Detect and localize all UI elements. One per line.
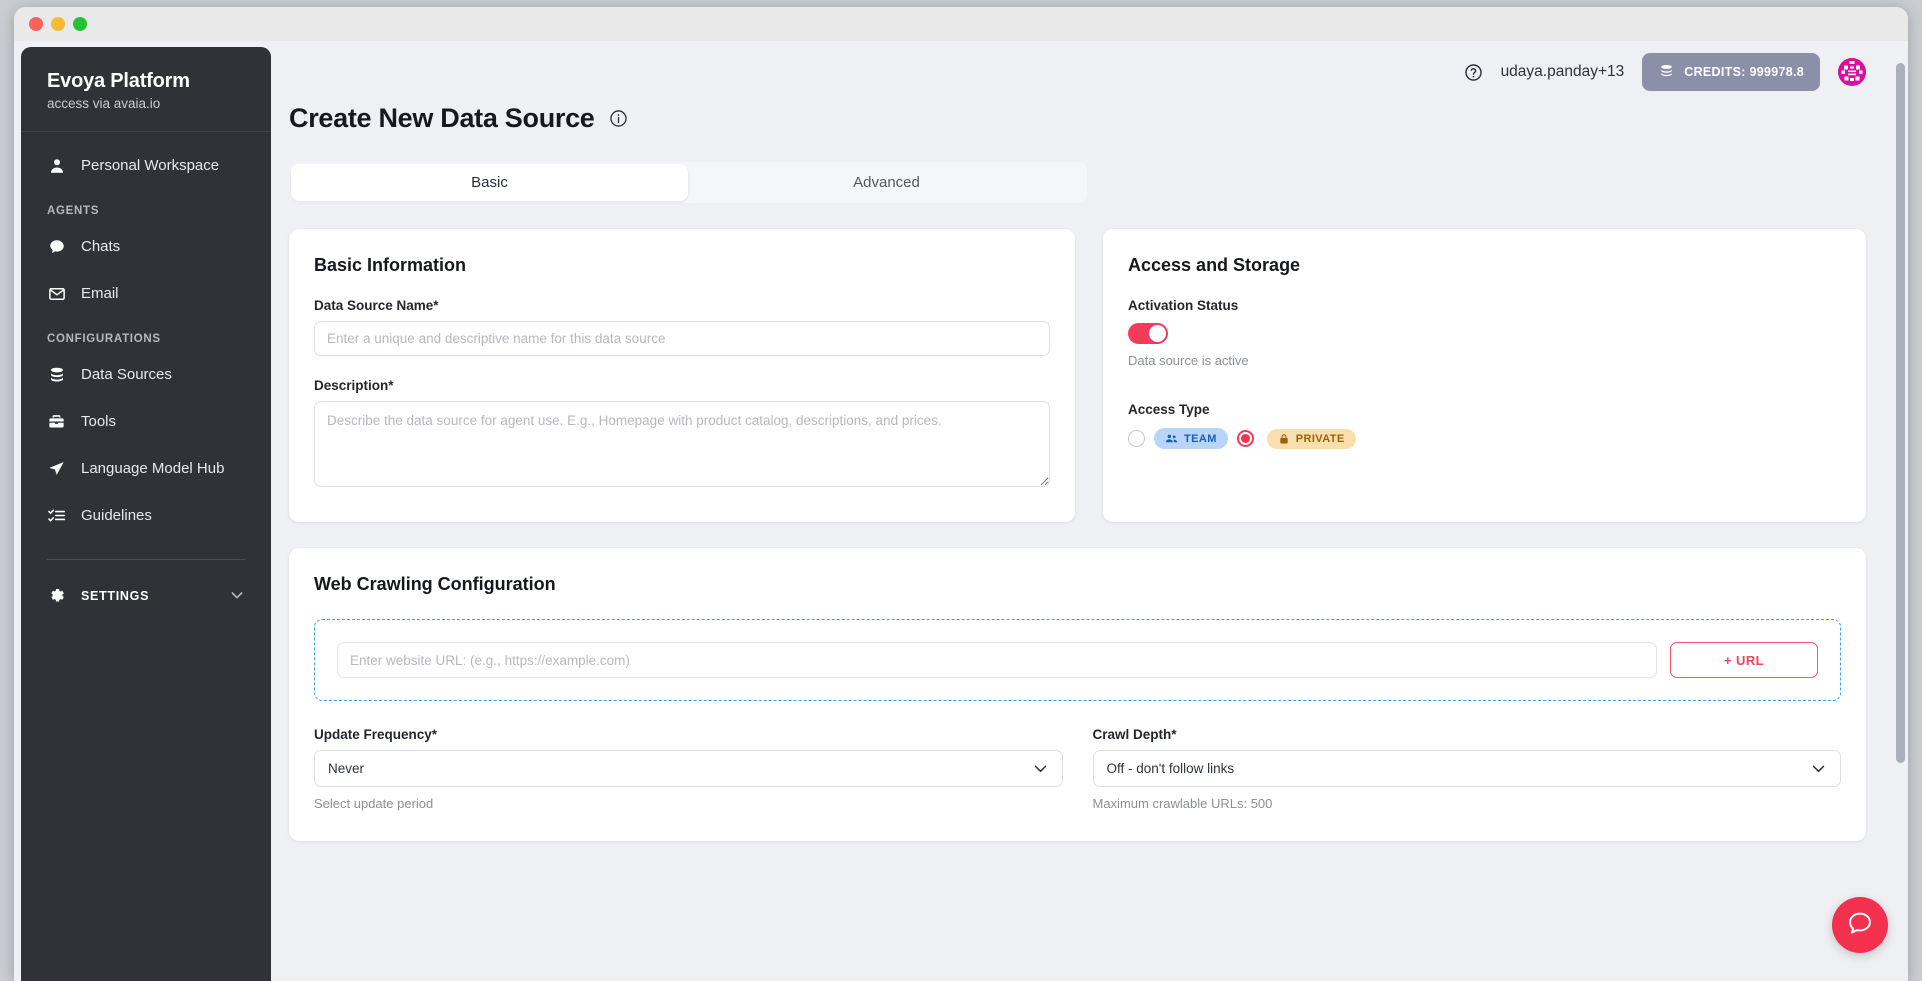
add-url-button[interactable]: + URL: [1670, 642, 1818, 678]
radio-team[interactable]: [1128, 430, 1145, 447]
sidebar-item-guidelines[interactable]: Guidelines: [21, 492, 271, 539]
sidebar-item-settings[interactable]: SETTINGS: [21, 570, 271, 622]
tab-advanced[interactable]: Advanced: [688, 164, 1085, 201]
sidebar-item-label: Guidelines: [81, 507, 152, 524]
update-frequency-group: Update Frequency* Never Select update pe…: [314, 727, 1063, 811]
window-titlebar: [14, 7, 1908, 41]
people-icon: [1165, 432, 1178, 445]
chat-bubble-icon: [47, 237, 66, 256]
brand-subtitle: access via avaia.io: [47, 96, 161, 111]
sidebar-brand: Evoya Platform access via avaia.io: [21, 47, 271, 132]
web-crawling-configuration-card: Web Crawling Configuration + URL Update …: [289, 548, 1866, 841]
sidebar-item-label: Tools: [81, 413, 117, 430]
sidebar-item-chats[interactable]: Chats: [21, 223, 271, 270]
window-maximize-button[interactable]: [73, 17, 87, 31]
card-title: Access and Storage: [1128, 255, 1301, 275]
brand-title: Evoya Platform: [47, 70, 190, 92]
sidebar-item-data-sources[interactable]: Data Sources: [21, 351, 271, 398]
sidebar-item-personal-workspace[interactable]: Personal Workspace: [21, 142, 271, 189]
window-close-button[interactable]: [29, 17, 43, 31]
access-and-storage-card: Access and Storage Activation Status Dat…: [1103, 229, 1866, 522]
update-frequency-hint: Select update period: [314, 796, 434, 811]
credits-badge[interactable]: CREDITS: 999978.8: [1642, 53, 1820, 91]
card-title: Basic Information: [314, 255, 467, 275]
page-title: Create New Data Source: [289, 103, 595, 133]
lock-icon: [1278, 433, 1290, 445]
data-source-name-label: Data Source Name*: [314, 298, 439, 313]
chevron-down-icon[interactable]: [229, 587, 245, 606]
envelope-icon: [47, 284, 66, 303]
toggle-knob: [1148, 324, 1167, 343]
chat-bubble-icon: [1846, 909, 1874, 942]
page-title-row: Create New Data Source: [289, 103, 1866, 134]
chip-label: TEAM: [1184, 432, 1217, 445]
chip-label: PRIVATE: [1295, 432, 1345, 445]
toolbox-icon: [47, 412, 66, 431]
info-circle-icon[interactable]: [609, 109, 628, 128]
sidebar-item-label: Chats: [81, 238, 121, 255]
credits-label: CREDITS: 999978.8: [1684, 65, 1804, 79]
sidebar-item-language-model-hub[interactable]: Language Model Hub: [21, 445, 271, 492]
chip-private[interactable]: PRIVATE: [1266, 428, 1356, 449]
sidebar: Evoya Platform access via avaia.io Perso…: [21, 47, 271, 981]
send-icon: [47, 459, 66, 478]
website-url-input[interactable]: [337, 642, 1657, 678]
app-page: Evoya Platform access via avaia.io Perso…: [14, 41, 1908, 981]
cards-row: Basic Information Data Source Name* Desc…: [289, 229, 1866, 522]
description-label: Description*: [314, 378, 394, 393]
chevron-down-icon: [1810, 760, 1827, 777]
tab-basic[interactable]: Basic: [291, 164, 688, 201]
basic-information-card: Basic Information Data Source Name* Desc…: [289, 229, 1075, 522]
sidebar-item-email[interactable]: Email: [21, 270, 271, 317]
chat-support-button[interactable]: [1832, 897, 1888, 953]
update-frequency-label: Update Frequency*: [314, 727, 438, 742]
checklist-icon: [47, 506, 66, 525]
description-textarea[interactable]: [314, 401, 1050, 487]
sidebar-section-configurations: CONFIGURATIONS: [47, 333, 161, 345]
content-area: Create New Data Source Basic Advanced Ba…: [271, 103, 1908, 841]
activation-status-hint: Data source is active: [1128, 353, 1249, 368]
data-source-name-input[interactable]: [314, 321, 1050, 356]
chevron-down-icon: [1032, 760, 1049, 777]
crawl-settings-row: Update Frequency* Never Select update pe…: [314, 727, 1841, 811]
activation-status-label: Activation Status: [1128, 298, 1239, 313]
sidebar-item-label: Personal Workspace: [81, 157, 220, 174]
sidebar-item-label: SETTINGS: [81, 589, 150, 603]
chip-team[interactable]: TEAM: [1154, 428, 1228, 449]
update-frequency-select[interactable]: Never: [314, 750, 1063, 787]
sidebar-item-label: Language Model Hub: [81, 460, 225, 477]
crawl-depth-group: Crawl Depth* Off - don't follow links Ma…: [1092, 727, 1841, 811]
access-type-options: TEAM PRIVATE: [1128, 428, 1841, 449]
user-name-label: udaya.panday+13: [1500, 63, 1625, 80]
access-type-label: Access Type: [1128, 402, 1210, 417]
sidebar-item-label: Email: [81, 285, 119, 302]
gear-icon: [47, 587, 66, 606]
scrollbar-thumb[interactable]: [1896, 63, 1905, 763]
card-title: Web Crawling Configuration: [314, 574, 556, 594]
crawl-depth-value: Off - don't follow links: [1106, 761, 1235, 776]
browser-window: Evoya Platform access via avaia.io Perso…: [14, 7, 1908, 981]
radio-private[interactable]: [1236, 430, 1254, 447]
crawl-depth-hint: Maximum crawlable URLs: 500: [1092, 796, 1273, 811]
crawl-depth-label: Crawl Depth*: [1092, 727, 1177, 742]
sidebar-divider: [47, 559, 245, 560]
activation-status-toggle[interactable]: [1128, 323, 1168, 344]
sidebar-item-label: Data Sources: [81, 366, 172, 383]
crawl-depth-select[interactable]: Off - don't follow links: [1092, 750, 1841, 787]
window-minimize-button[interactable]: [51, 17, 65, 31]
top-bar: udaya.panday+13 CREDITS: 999978.8: [271, 41, 1908, 103]
sidebar-item-tools[interactable]: Tools: [21, 398, 271, 445]
avatar[interactable]: [1838, 58, 1866, 86]
update-frequency-value: Never: [328, 761, 365, 776]
tab-bar: Basic Advanced: [289, 162, 1087, 203]
coins-icon: [1658, 62, 1675, 82]
database-icon: [47, 365, 66, 384]
sidebar-section-agents: AGENTS: [47, 205, 100, 217]
question-circle-icon[interactable]: [1464, 63, 1483, 82]
main-content: udaya.panday+13 CREDITS: 999978.8 Create…: [271, 41, 1908, 981]
person-icon: [47, 156, 66, 175]
url-dropzone[interactable]: + URL: [314, 619, 1841, 701]
